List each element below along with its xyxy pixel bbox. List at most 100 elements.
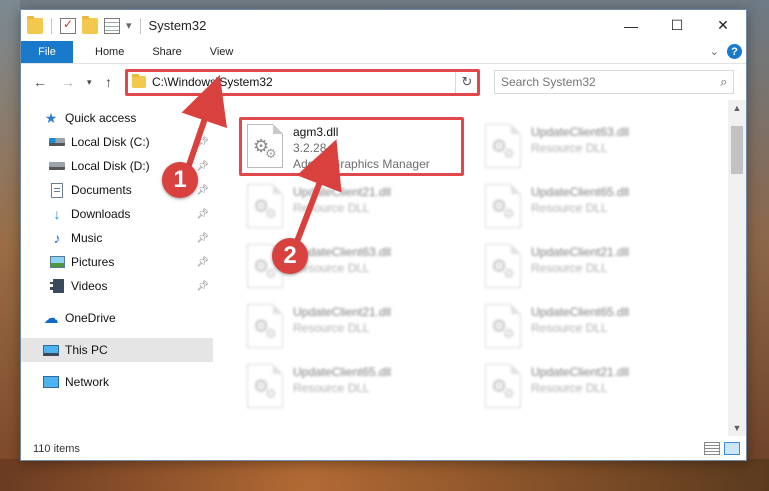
scroll-up-icon[interactable]: ▲: [728, 100, 746, 116]
pin-icon[interactable]: 📌︎: [196, 257, 209, 268]
sidebar-item-label: Videos: [71, 279, 108, 293]
help-icon[interactable]: ?: [727, 44, 742, 59]
maximize-button[interactable]: ☐: [654, 10, 700, 41]
onedrive-icon: ☁: [43, 310, 59, 327]
sidebar-item-music[interactable]: ♪ Music 📌︎: [21, 226, 213, 250]
navigation-pane: ★ Quick access Local Disk (C:) 📌︎ Local …: [21, 100, 213, 436]
file-tile[interactable]: ⚙ ⚙ UpdateClient65.dll Resource DLL: [241, 360, 469, 414]
sidebar-item-label: Quick access: [65, 111, 137, 125]
sidebar-item-videos[interactable]: Videos 📌︎: [21, 274, 213, 298]
sidebar-item-label: Documents: [71, 183, 132, 197]
toolbar-divider: [51, 17, 52, 34]
back-arrow-icon[interactable]: ←: [33, 74, 47, 90]
toolbar-dropdown-icon[interactable]: ▾: [126, 19, 132, 32]
folder-icon[interactable]: [27, 15, 43, 34]
file-tile[interactable]: ⚙ ⚙ UpdateClient21.dll Resource DLL: [241, 300, 469, 354]
pin-icon[interactable]: 📌︎: [196, 281, 209, 292]
sidebar-item-label: This PC: [65, 343, 108, 357]
music-icon: ♪: [53, 230, 61, 246]
network-icon: [43, 374, 59, 390]
sidebar-item-this-pc[interactable]: This PC: [21, 338, 213, 362]
file-description: Resource DLL: [293, 381, 370, 395]
disk-icon: [49, 134, 65, 150]
close-button[interactable]: ✕: [700, 10, 746, 41]
address-path[interactable]: C:\Windows\System32: [152, 75, 455, 89]
address-bar[interactable]: C:\Windows\System32 ↻: [125, 70, 479, 94]
dll-file-icon: ⚙ ⚙: [485, 304, 521, 348]
documents-icon: [49, 182, 65, 198]
ribbon-right-controls: ⌄ ?: [710, 44, 742, 59]
file-tile[interactable]: ⚙ ⚙ UpdateClient65.dll Resource DLL: [479, 300, 707, 354]
file-tile[interactable]: ⚙ ⚙ UpdateClient21.dll Resource DLL: [241, 180, 469, 234]
desktop-background-left: [0, 0, 20, 491]
pin-icon[interactable]: 📌︎: [196, 185, 209, 196]
tiles-view-icon[interactable]: [724, 442, 740, 455]
this-pc-icon: [43, 342, 59, 358]
file-tile[interactable]: ⚙ ⚙ UpdateClient63.dll Resource DLL: [479, 120, 707, 174]
scroll-down-icon[interactable]: ▼: [728, 420, 746, 436]
details-view-icon[interactable]: [704, 442, 720, 455]
new-folder-icon[interactable]: [82, 15, 98, 34]
pin-icon[interactable]: 📌︎: [196, 137, 209, 148]
star-icon: ★: [44, 109, 58, 126]
disk-icon: [49, 158, 65, 174]
file-explorer-window: ▾ System32 — ☐ ✕ File Home Share View ⌄ …: [20, 9, 747, 461]
sidebar-item-quick-access[interactable]: ★ Quick access: [21, 106, 213, 130]
tab-share[interactable]: Share: [138, 41, 195, 63]
sidebar-item-onedrive[interactable]: ☁ OneDrive: [21, 306, 213, 330]
file-name: UpdateClient65.dll: [293, 365, 392, 379]
sidebar-item-network[interactable]: Network: [21, 370, 213, 394]
refresh-icon[interactable]: ↻: [456, 74, 478, 90]
expand-ribbon-icon[interactable]: ⌄: [710, 45, 719, 58]
pin-icon[interactable]: 📌︎: [196, 161, 209, 172]
annotation-step-2: 2: [272, 238, 308, 274]
file-name: UpdateClient21.dll: [531, 245, 630, 259]
minimize-button[interactable]: —: [608, 10, 654, 41]
sidebar-item-label: OneDrive: [65, 311, 116, 325]
annotation-step-1: 1: [162, 162, 198, 198]
sidebar-item-local-disk-c[interactable]: Local Disk (C:) 📌︎: [21, 130, 213, 154]
file-tile[interactable]: ⚙ ⚙ UpdateClient21.dll Resource DLL: [479, 240, 707, 294]
sidebar-item-label: Local Disk (D:): [71, 159, 150, 173]
tab-file[interactable]: File: [21, 41, 73, 63]
dll-file-icon: ⚙ ⚙: [247, 184, 283, 228]
customize-toolbar-icon[interactable]: [104, 17, 120, 34]
search-input[interactable]: [501, 75, 715, 89]
file-description: Resource DLL: [531, 201, 608, 215]
window-title: System32: [148, 18, 207, 33]
folder-icon: [132, 74, 146, 88]
forward-arrow-icon[interactable]: →: [61, 74, 75, 90]
desktop-background-right: [747, 0, 769, 491]
file-tile[interactable]: ⚙ ⚙ UpdateClient65.dll Resource DLL: [479, 180, 707, 234]
file-tile[interactable]: ⚙ ⚙ UpdateClient21.dll Resource DLL: [479, 360, 707, 414]
quick-access-toolbar: ▾ System32: [21, 15, 207, 34]
tab-view[interactable]: View: [196, 41, 248, 63]
dll-file-icon: ⚙ ⚙: [247, 124, 283, 168]
file-description: Resource DLL: [531, 321, 608, 335]
file-description: Resource DLL: [293, 261, 370, 275]
toolbar-divider: [139, 17, 141, 34]
dll-file-icon: ⚙ ⚙: [485, 184, 521, 228]
pin-icon[interactable]: 📌︎: [196, 233, 209, 244]
dll-file-icon: ⚙ ⚙: [485, 364, 521, 408]
vertical-scrollbar[interactable]: ▲ ▼: [728, 100, 746, 436]
file-name: UpdateClient21.dll: [293, 305, 392, 319]
sidebar-item-downloads[interactable]: ↓ Downloads 📌︎: [21, 202, 213, 226]
up-arrow-icon[interactable]: ↑: [105, 74, 112, 90]
desktop-background-bottom: [0, 459, 769, 491]
tab-home[interactable]: Home: [73, 41, 138, 63]
pin-icon[interactable]: 📌︎: [196, 209, 209, 220]
scroll-thumb[interactable]: [731, 126, 743, 174]
sidebar-item-pictures[interactable]: Pictures 📌︎: [21, 250, 213, 274]
sidebar-item-label: Music: [71, 231, 103, 245]
navigation-bar: ← → ▾ ↑ C:\Windows\System32 ↻ ⌕: [21, 64, 746, 100]
file-tile-agm3-dll[interactable]: ⚙ ⚙ agm3.dll 3.2.28.1 Adobe Graphics Mana…: [241, 120, 469, 174]
recent-locations-icon[interactable]: ▾: [87, 77, 92, 88]
properties-check-icon[interactable]: [60, 17, 76, 34]
sidebar-item-label: Local Disk (C:): [71, 135, 150, 149]
search-box[interactable]: ⌕: [494, 70, 734, 94]
dll-file-icon: ⚙ ⚙: [485, 244, 521, 288]
search-icon[interactable]: ⌕: [715, 74, 733, 90]
file-version: 3.2.28.1: [293, 141, 337, 155]
file-description: Adobe Graphics Manager: [293, 157, 430, 171]
